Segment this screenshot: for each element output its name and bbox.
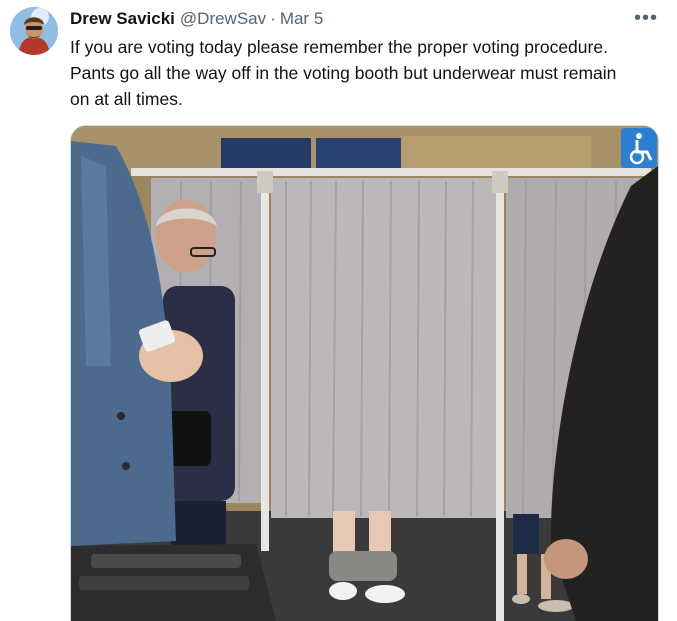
header-separator: · [270, 9, 276, 28]
wheelchair-icon [621, 128, 657, 168]
avatar[interactable] [10, 7, 58, 55]
voting-booth-photo [71, 126, 658, 621]
tweet-header: Drew Savicki @DrewSav · Mar 5 [70, 8, 323, 30]
tweet-text: If you are voting today please remember … [70, 37, 617, 109]
tweet-date[interactable]: Mar 5 [280, 9, 323, 29]
tweet-media-photo[interactable] [70, 125, 659, 621]
author-handle[interactable]: @DrewSav [180, 9, 266, 29]
more-options-button[interactable]: ••• [630, 6, 662, 29]
ballot-box [71, 544, 276, 621]
more-options-icon: ••• [633, 6, 658, 29]
author-name[interactable]: Drew Savicki [70, 9, 175, 29]
